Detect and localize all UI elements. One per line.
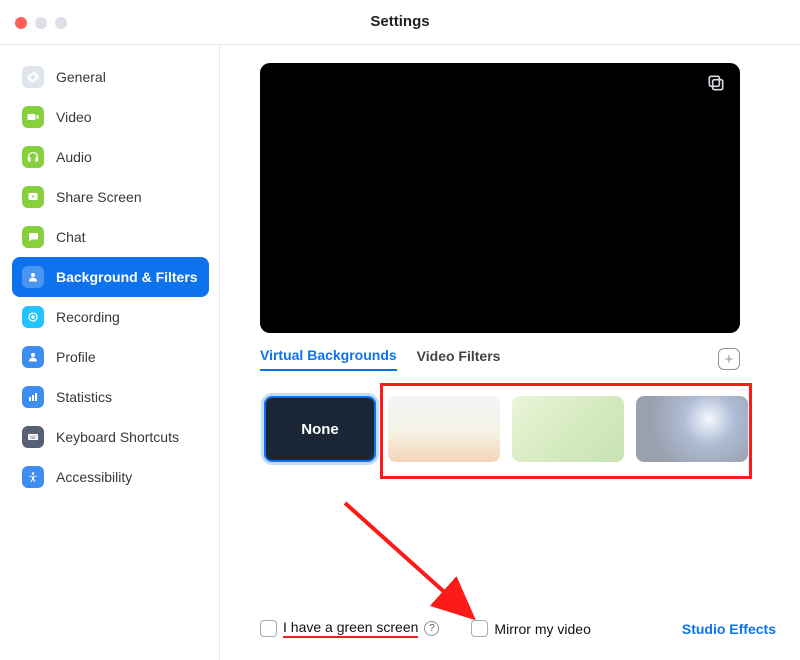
sidebar-item-label: Keyboard Shortcuts — [56, 429, 179, 445]
tab-row: Virtual Backgrounds Video Filters + — [260, 347, 740, 371]
sidebar-item-background-filters[interactable]: Background & Filters — [12, 257, 209, 297]
sidebar-item-general[interactable]: General — [12, 57, 209, 97]
content-pane: Virtual Backgrounds Video Filters + None — [220, 45, 800, 660]
sidebar-item-audio[interactable]: Audio — [12, 137, 209, 177]
sidebar-item-statistics[interactable]: Statistics — [12, 377, 209, 417]
sidebar-item-label: Audio — [56, 149, 92, 165]
headphones-icon — [22, 146, 44, 168]
window-title: Settings — [0, 13, 800, 30]
sidebar: General Video Audio Share Screen — [0, 45, 220, 660]
sidebar-item-label: Recording — [56, 309, 120, 325]
video-camera-icon — [22, 106, 44, 128]
tab-virtual-backgrounds[interactable]: Virtual Backgrounds — [260, 347, 397, 371]
add-background-button[interactable]: + — [718, 348, 740, 370]
record-icon — [22, 306, 44, 328]
background-thumb-grass[interactable] — [512, 396, 624, 462]
studio-effects-button[interactable]: Studio Effects — [682, 621, 776, 637]
help-icon[interactable]: ? — [424, 621, 439, 636]
mirror-video-label: Mirror my video — [494, 621, 590, 637]
sidebar-item-profile[interactable]: Profile — [12, 337, 209, 377]
sidebar-item-label: Statistics — [56, 389, 112, 405]
bar-chart-icon — [22, 386, 44, 408]
bottom-options-row: I have a green screen ? Mirror my video … — [260, 619, 776, 638]
keyboard-icon — [22, 426, 44, 448]
background-thumbnails-wrap: None — [260, 383, 754, 462]
video-preview — [260, 63, 740, 333]
window-body: General Video Audio Share Screen — [0, 45, 800, 660]
sidebar-item-accessibility[interactable]: Accessibility — [12, 457, 209, 497]
profile-icon — [22, 346, 44, 368]
mirror-video-checkbox[interactable] — [471, 620, 488, 637]
sidebar-item-label: General — [56, 69, 106, 85]
background-thumb-none[interactable]: None — [264, 396, 376, 462]
background-thumbnails: None — [260, 383, 754, 462]
green-screen-checkbox[interactable] — [260, 620, 277, 637]
sidebar-item-video[interactable]: Video — [12, 97, 209, 137]
sidebar-item-label: Accessibility — [56, 469, 132, 485]
plus-icon: + — [725, 351, 734, 368]
rotate-icon[interactable] — [706, 73, 728, 95]
sidebar-item-share-screen[interactable]: Share Screen — [12, 177, 209, 217]
gear-icon — [22, 66, 44, 88]
chat-bubble-icon — [22, 226, 44, 248]
green-screen-label: I have a green screen — [283, 619, 418, 638]
sidebar-item-keyboard-shortcuts[interactable]: Keyboard Shortcuts — [12, 417, 209, 457]
share-screen-icon — [22, 186, 44, 208]
sidebar-item-label: Profile — [56, 349, 96, 365]
sidebar-item-label: Share Screen — [56, 189, 142, 205]
sidebar-item-recording[interactable]: Recording — [12, 297, 209, 337]
accessibility-icon — [22, 466, 44, 488]
settings-window: Settings General Video Audio — [0, 0, 800, 660]
background-thumb-earth[interactable] — [636, 396, 748, 462]
sidebar-item-label: Video — [56, 109, 92, 125]
sidebar-item-label: Background & Filters — [56, 269, 198, 285]
titlebar: Settings — [0, 0, 800, 45]
background-thumb-bridge[interactable] — [388, 396, 500, 462]
option-green-screen: I have a green screen ? — [260, 619, 439, 638]
sidebar-item-chat[interactable]: Chat — [12, 217, 209, 257]
thumb-label: None — [301, 421, 339, 438]
option-mirror-video: Mirror my video — [471, 620, 590, 637]
tab-video-filters[interactable]: Video Filters — [417, 348, 501, 370]
sidebar-item-label: Chat — [56, 229, 86, 245]
person-icon — [22, 266, 44, 288]
